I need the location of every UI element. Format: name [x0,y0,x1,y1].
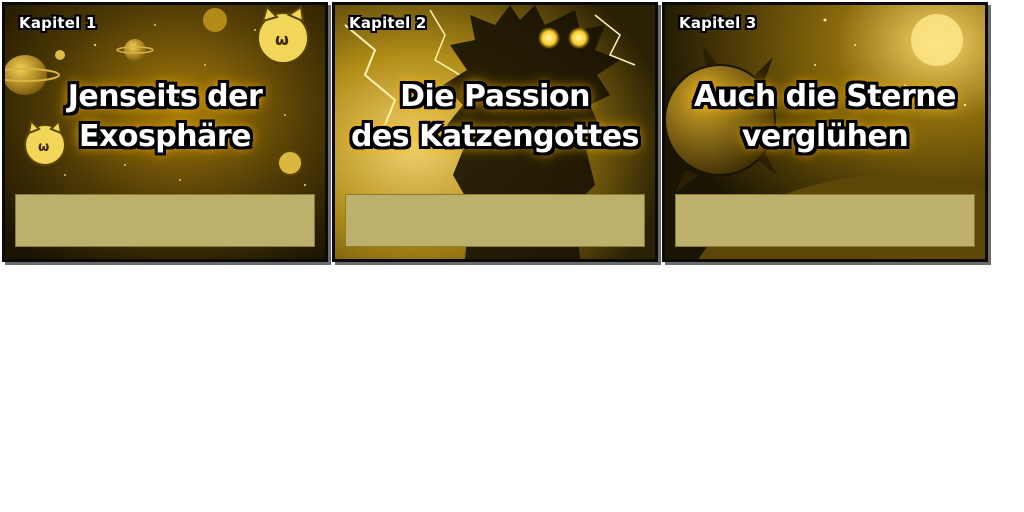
chapter-2-title-line2: des Katzengottes [350,119,640,154]
chapter-3-title: Auch die Sterne verglühen [665,77,985,157]
chapter-card-1[interactable]: ω ω Kapitel 1 Jenseits der Exosphäre [2,2,328,262]
chapter-1-title-line1: Jenseits der [67,79,263,114]
chapter-2-title: Die Passion des Katzengottes [335,77,655,157]
chapter-1-info-box [15,194,315,247]
chapter-3-title-line1: Auch die Sterne [693,79,957,114]
chapter-3-title-line2: verglühen [741,119,909,154]
chapter-select: ω ω Kapitel 1 Jenseits der Exosphäre Kap… [0,0,1024,512]
cat-face-icon: ω [257,5,309,64]
chapter-2-label: Kapitel 2 [349,14,427,32]
chapter-card-2[interactable]: Kapitel 2 Die Passion des Katzengottes [332,2,658,262]
chapter-1-label: Kapitel 1 [19,14,97,32]
chapter-2-title-line1: Die Passion [400,79,590,114]
svg-text:ω: ω [275,30,289,49]
chapter-2-info-box [345,194,645,247]
chapter-card-3[interactable]: Kapitel 3 Auch die Sterne verglühen [662,2,988,262]
chapter-1-title-line2: Exosphäre [78,119,252,154]
chapter-1-title: Jenseits der Exosphäre [5,77,325,157]
chapter-3-label: Kapitel 3 [679,14,757,32]
chapter-3-info-box [675,194,975,247]
